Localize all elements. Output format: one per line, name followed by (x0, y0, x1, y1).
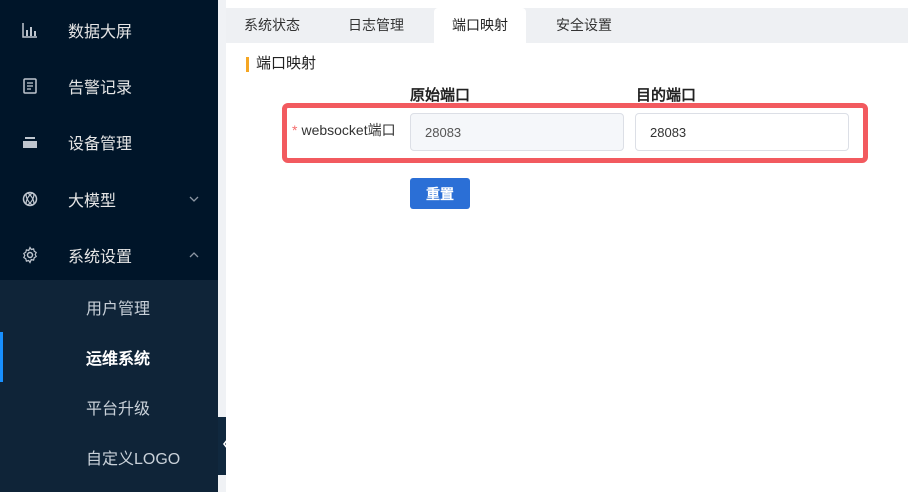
websocket-port-label: * websocket端口 (292, 120, 396, 140)
submenu-item-custom-logo[interactable]: 自定义LOGO (0, 432, 218, 482)
sidebar-item-system-settings[interactable]: 系统设置 (0, 227, 218, 283)
document-icon (20, 76, 40, 96)
chevron-up-icon (188, 249, 200, 261)
submenu-item-label: 用户管理 (86, 301, 151, 318)
column-header-target-port: 目的端口 (636, 87, 697, 104)
sidebar-item-label: 系统设置 (68, 249, 133, 266)
target-port-input[interactable] (635, 113, 849, 151)
tab-label: 系统状态 (244, 17, 300, 33)
field-label-text: websocket端口 (301, 122, 396, 138)
tab-bar: 系统状态 日志管理 端口映射 安全设置 (226, 8, 908, 43)
ai-model-icon (20, 189, 40, 209)
sidebar-item-label: 大模型 (68, 193, 117, 210)
section-title: 端口映射 (246, 54, 316, 74)
device-icon (20, 132, 40, 152)
source-port-input[interactable] (410, 113, 624, 151)
reset-button[interactable]: 重置 (410, 178, 470, 209)
sidebar: 数据大屏 告警记录 设备管理 大模型 系统设置 用户管理 运维系统 平台升级 自… (0, 0, 218, 492)
tab-log-management[interactable]: 日志管理 (334, 8, 418, 43)
submenu-item-label: 自定义LOGO (86, 451, 181, 468)
submenu-item-label: 运维系统 (86, 351, 151, 368)
chevron-down-icon (188, 193, 200, 205)
required-mark: * (292, 122, 298, 138)
sidebar-item-ai-model[interactable]: 大模型 (0, 171, 218, 227)
sidebar-item-label: 数据大屏 (68, 24, 133, 41)
tab-system-status[interactable]: 系统状态 (230, 8, 314, 43)
submenu-item-ops-system[interactable]: 运维系统 (0, 332, 218, 382)
tab-port-mapping[interactable]: 端口映射 (434, 8, 526, 43)
submenu-item-label: 平台升级 (86, 401, 151, 418)
gear-icon (20, 245, 40, 265)
sidebar-item-dashboard[interactable]: 数据大屏 (0, 2, 218, 58)
tab-label: 日志管理 (348, 17, 404, 33)
sidebar-item-label: 设备管理 (68, 136, 133, 153)
sidebar-item-label: 告警记录 (68, 80, 133, 97)
sidebar-item-alarms[interactable]: 告警记录 (0, 58, 218, 114)
main-content: 系统状态 日志管理 端口映射 安全设置 端口映射 原始端口 目的端口 * webs… (226, 0, 908, 492)
tab-label: 端口映射 (452, 17, 508, 33)
submenu-item-platform-upgrade[interactable]: 平台升级 (0, 382, 218, 432)
submenu-item-users[interactable]: 用户管理 (0, 282, 218, 332)
system-settings-submenu: 用户管理 运维系统 平台升级 自定义LOGO (0, 280, 218, 492)
tab-security-settings[interactable]: 安全设置 (542, 8, 626, 43)
column-header-source-port: 原始端口 (410, 87, 471, 104)
bar-chart-icon (20, 20, 40, 40)
tab-label: 安全设置 (556, 17, 612, 33)
sidebar-item-devices[interactable]: 设备管理 (0, 114, 218, 170)
